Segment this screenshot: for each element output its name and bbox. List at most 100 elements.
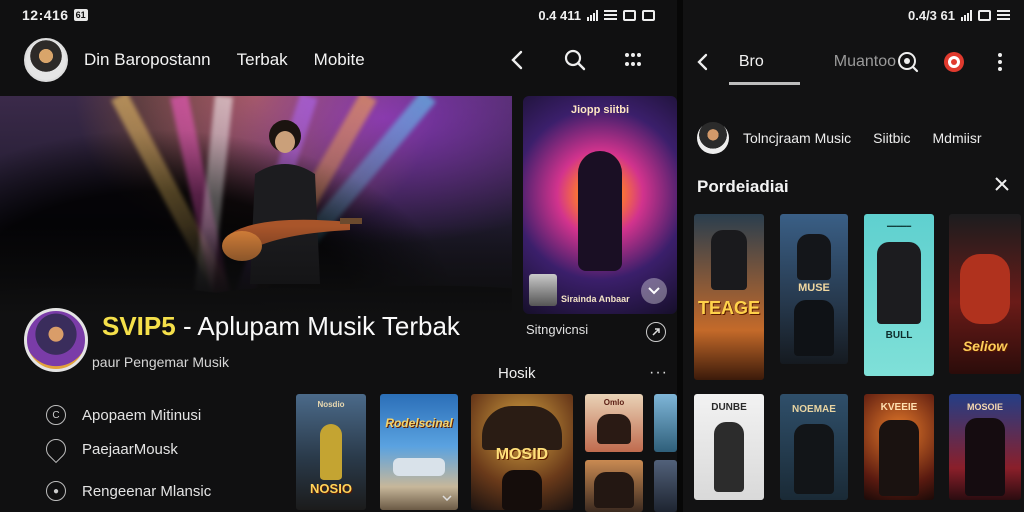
poster-title: MUSE — [798, 282, 830, 294]
notification-icon — [604, 9, 617, 21]
signal-icon — [961, 9, 972, 21]
search-icon[interactable] — [896, 50, 920, 74]
album-poster-2[interactable]: Rodelscinal — [380, 394, 458, 510]
avatar[interactable] — [24, 38, 68, 82]
featured-caption: Sitngvicnsi — [526, 322, 589, 337]
sim-icon — [642, 9, 655, 21]
poster-figure-2 — [794, 300, 834, 356]
poster-figure — [502, 470, 542, 510]
chip-channel[interactable]: Tolncjraam Music — [743, 130, 851, 146]
poster-title: DUNBE — [711, 402, 747, 413]
right-poster-5[interactable]: DUNBE — [694, 394, 764, 500]
status-time: 12:416 — [22, 7, 69, 23]
profile-avatar[interactable] — [24, 308, 88, 372]
poster-title: BULL — [885, 330, 913, 341]
tab-muantoo[interactable]: Muantoo — [834, 53, 896, 71]
poster-figure — [594, 472, 634, 508]
tab-actions — [896, 50, 1012, 74]
poster-title: Rodelscinal — [385, 416, 453, 430]
poster-guitar — [960, 254, 1010, 324]
poster-figure — [711, 230, 747, 290]
album-poster-5[interactable] — [585, 460, 643, 512]
nav-link-terbak[interactable]: Terbak — [237, 50, 288, 70]
status-bar-right: 0.4/3 61 — [683, 0, 1024, 30]
app-title: Din Baropostann — [84, 50, 211, 69]
poster-title: NOEMAE — [792, 404, 836, 415]
right-poster-8[interactable]: MOSOIE — [949, 394, 1021, 500]
poster-figure — [797, 234, 831, 280]
poster-title: MOSID — [495, 446, 549, 463]
channel-avatar[interactable] — [697, 122, 729, 154]
featured-figure — [578, 151, 622, 271]
share-icon[interactable] — [646, 322, 666, 342]
right-poster-2[interactable]: MUSE — [780, 214, 848, 364]
chip-siitbic[interactable]: Siitbic — [873, 130, 910, 146]
back-icon[interactable] — [505, 48, 529, 72]
menu-item-2[interactable]: PaejaarMousk — [41, 434, 211, 464]
album-poster-6[interactable] — [654, 394, 677, 452]
chevron-down-icon[interactable] — [641, 278, 667, 304]
poster-label: NOSIO — [310, 481, 352, 496]
poster-title: Seliow — [962, 338, 1008, 354]
record-icon[interactable] — [942, 50, 966, 74]
poster-car — [393, 458, 445, 476]
profile-subtitle: paur Pengemar Musik — [92, 353, 229, 370]
menu-item-1[interactable]: C Apopaem Mitinusi — [46, 404, 211, 426]
pin-icon — [41, 434, 71, 464]
more-dots-icon[interactable] — [988, 50, 1012, 74]
profile-title: SVIP5 - Aplupam Musik Terbak — [102, 311, 460, 342]
chevron-down-icon[interactable] — [442, 488, 452, 506]
featured-album-card[interactable]: Jiopp siitbi Sirainda Anbaar — [523, 96, 677, 314]
search-icon[interactable] — [563, 48, 587, 72]
menu-item-3[interactable]: ● Rengeenar Mlansic — [46, 480, 211, 502]
hero-fade — [0, 226, 512, 316]
featured-subtitle: Sirainda Anbaar — [561, 294, 630, 304]
album-poster-3[interactable]: MOSID — [471, 394, 573, 510]
close-icon[interactable] — [994, 176, 1010, 197]
album-poster-4[interactable]: Omlo — [585, 394, 643, 452]
poster-title-top: ━━━━━ — [886, 222, 912, 231]
hero-concert-image[interactable] — [0, 96, 512, 316]
disc-icon: ● — [46, 481, 66, 501]
album-poster-1[interactable]: Nosdio NOSIO — [296, 394, 366, 510]
more-dots-icon[interactable] — [621, 48, 645, 72]
profile-title-accent: SVIP5 — [102, 310, 176, 341]
chip-mdmiisr[interactable]: Mdmiisr — [933, 130, 982, 146]
poster-title: TEAGE — [697, 298, 760, 318]
status-text: 0.4 411 — [538, 7, 581, 23]
menu-item-label: Apopaem Mitinusi — [82, 406, 202, 424]
right-section-header: Pordeiadiai — [697, 176, 1010, 197]
notification-icon — [997, 9, 1010, 21]
right-poster-3[interactable]: ━━━━━ BULL — [864, 214, 934, 376]
channel-chips: Tolncjraam Music Siitbic Mdmiisr — [697, 122, 1024, 154]
poster-figure — [879, 420, 919, 496]
poster-group — [482, 406, 562, 450]
status-right-cluster: 0.4 411 — [538, 8, 655, 23]
right-poster-4[interactable]: Seliow — [949, 214, 1021, 374]
signal-icon — [587, 9, 598, 21]
more-icon[interactable]: ··· — [649, 364, 668, 382]
poster-title: KVEEIE — [880, 402, 918, 413]
profile-title-rest: - Aplupam Musik Terbak — [175, 310, 460, 341]
right-screen: 0.4/3 61 Bro Muantoo Tolncjraam Music Si… — [683, 0, 1024, 512]
poster-title: Omlo — [603, 398, 625, 407]
battery-icon — [978, 9, 991, 21]
poster-figure — [714, 422, 744, 492]
side-menu: C Apopaem Mitinusi PaejaarMousk ● Rengee… — [41, 404, 211, 512]
tab-bro[interactable]: Bro — [728, 53, 800, 85]
app-actions — [505, 48, 653, 72]
status-bar: 12:416 61 0.4 411 — [0, 0, 677, 30]
right-poster-1[interactable]: TEAGE — [694, 214, 764, 380]
back-icon[interactable] — [695, 50, 709, 74]
nav-link-mobite[interactable]: Mobite — [314, 50, 365, 70]
section-header: Hosik ··· — [498, 364, 668, 382]
app-bar: Din Baropostann Terbak Mobite — [0, 36, 677, 84]
poster-title: MOSOIE — [966, 402, 1003, 412]
status-badge: 61 — [73, 9, 88, 21]
right-section-title: Pordeiadiai — [697, 176, 789, 196]
left-screen: 12:416 61 0.4 411 Din Baropostann Terbak… — [0, 0, 677, 512]
album-poster-7[interactable] — [654, 460, 677, 512]
right-poster-7[interactable]: KVEEIE — [864, 394, 934, 500]
status-text: 0.4/3 61 — [908, 7, 955, 23]
right-poster-6[interactable]: NOEMAE — [780, 394, 848, 500]
